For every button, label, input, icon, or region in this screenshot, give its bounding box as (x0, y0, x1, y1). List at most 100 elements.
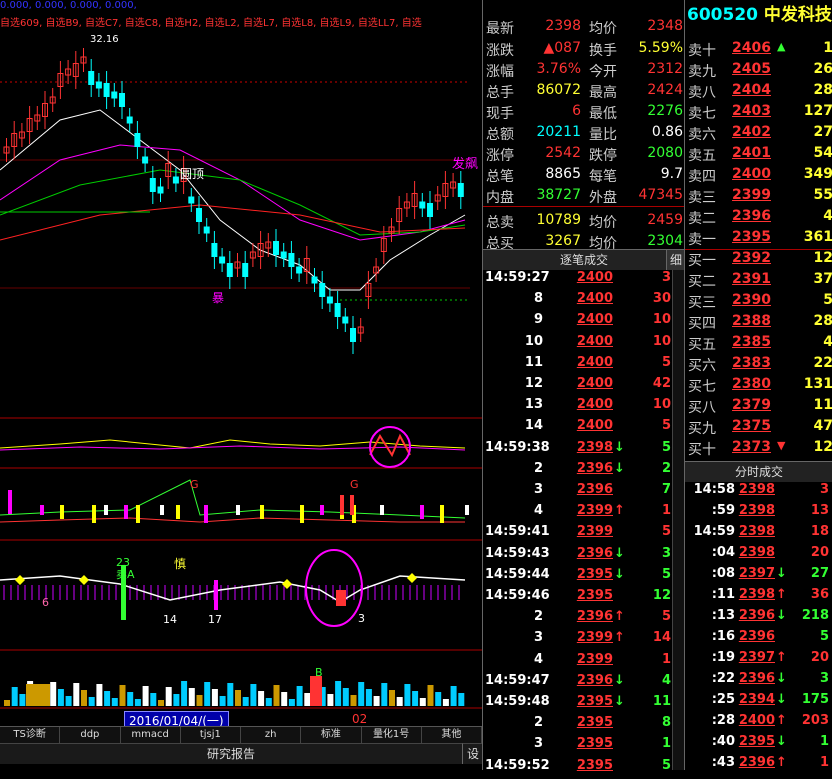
ask-row[interactable]: 卖十 2406 ▲ 1 (685, 40, 832, 61)
quote-row: 总额 20211 量比 0.86 (483, 124, 685, 145)
ask-row[interactable]: 卖六 2402 27 (685, 124, 832, 145)
tick-price: 2395 (576, 715, 613, 731)
volume-bar (211, 689, 218, 706)
candle-body (172, 176, 179, 184)
watchlist-bar[interactable]: 自选609, 自选B9, 自选C7, 自选C8, 自选H2, 自选L2, 自选L… (0, 14, 422, 29)
tick-price: 2395 (576, 588, 613, 603)
bid-row[interactable]: 买五 2385 4 (685, 334, 832, 355)
bid-level-label: 买一 (688, 253, 716, 269)
volume-bar (412, 691, 419, 706)
settings-button[interactable]: 设 (462, 743, 482, 764)
ask-volume: 54 (813, 145, 832, 161)
bid-price: 2390 (732, 292, 771, 308)
indicator-bar (350, 495, 354, 515)
volume-bar (73, 683, 80, 706)
tick-volume: 12 (652, 588, 671, 603)
candle-body (126, 116, 133, 124)
bid-volume: 11 (813, 397, 832, 413)
tick-price: 2400 (576, 291, 613, 307)
trade-direction-icon: ↑ (776, 755, 787, 770)
quote-label: 最新 (486, 21, 514, 37)
candle-body (280, 251, 287, 259)
ask-row[interactable]: 卖四 2400 349 (685, 166, 832, 187)
tick-detail-header[interactable]: 逐笔成交 细 (483, 249, 685, 270)
quote-value: 3.76% (536, 61, 581, 77)
tab-zh[interactable]: zh (241, 727, 302, 743)
ask-row[interactable]: 卖八 2404 28 (685, 82, 832, 103)
research-report-button[interactable]: 研究报告 (0, 743, 462, 764)
volume-bar (96, 684, 103, 706)
candle-body (334, 303, 341, 317)
indicator-bar (236, 505, 240, 515)
signal-bar (336, 590, 346, 606)
volume-bar (158, 700, 164, 706)
detail-toggle-button[interactable]: 细 (666, 250, 685, 270)
indicator-bar (176, 505, 180, 519)
label-fabiao: 发飙 (452, 156, 478, 172)
candle-body (134, 133, 141, 147)
ask-level-label: 卖五 (688, 148, 716, 164)
tab-other[interactable]: 其他 (422, 727, 482, 743)
quote-label: 总手 (486, 85, 514, 101)
volume-bar (435, 692, 442, 706)
quote-value: 2312 (647, 61, 683, 77)
bid-row[interactable]: 买四 2388 28 (685, 313, 832, 334)
bid-row[interactable]: 买九 2375 47 (685, 418, 832, 439)
tab-mmacd[interactable]: mmacd (121, 727, 181, 743)
trade-time: :08 (711, 566, 735, 581)
ask-row[interactable]: 卖一 2395 361 (685, 229, 832, 250)
tab-quant1[interactable]: 量化1号 (362, 727, 422, 743)
trade-time: :59 (711, 503, 735, 518)
tick-price: 2398 (576, 439, 613, 455)
candle-body (119, 93, 125, 107)
bid-row[interactable]: 买一 2392 12 (685, 250, 832, 271)
quote-value: 86072 (536, 82, 581, 98)
bid-row[interactable]: 买七 2380 131 (685, 376, 832, 397)
bid-row[interactable]: 买六 2383 22 (685, 355, 832, 376)
bid-row[interactable]: 买十 2373 ▼ 12 (685, 439, 832, 460)
bid-row[interactable]: 买二 2391 37 (685, 271, 832, 292)
tick-volume: 30 (652, 291, 671, 307)
ask-row[interactable]: 卖三 2399 55 (685, 187, 832, 208)
tab-ddp[interactable]: ddp (60, 727, 121, 743)
trade-direction-icon: ↓ (776, 566, 787, 581)
minute-trade-row: :13 2396 ↓ 218 (685, 608, 832, 629)
label-14: 14 (163, 613, 177, 626)
ask-row[interactable]: 卖七 2403 127 (685, 103, 832, 124)
trade-price: 2397 (738, 650, 775, 665)
quote-label: 量比 (589, 127, 617, 143)
minute-trade-row: :25 2394 ↓ 175 (685, 692, 832, 713)
tick-price: 2399 (576, 630, 613, 646)
tick-volume: 1 (661, 651, 671, 667)
tick-price: 2399 (576, 651, 613, 667)
tab-ts[interactable]: TS诊断 (0, 727, 61, 743)
bid-row[interactable]: 买三 2390 5 (685, 292, 832, 313)
indicator-bar (300, 505, 304, 523)
ask-level-label: 卖一 (688, 232, 716, 248)
ask-row[interactable]: 卖九 2405 26 (685, 61, 832, 82)
ask-row[interactable]: 卖二 2396 4 (685, 208, 832, 229)
bid-row[interactable]: 买八 2379 11 (685, 397, 832, 418)
tick-time: 8 (533, 291, 543, 307)
bid-level-label: 买八 (688, 400, 716, 416)
ask-row[interactable]: 卖五 2401 54 (685, 145, 832, 166)
ask-level-label: 卖十 (688, 43, 716, 59)
kline-chart-area[interactable]: 圆顶 发飙 暴 32.16 慎 23 卖A G G B 14 17 3 6 0.… (0, 0, 482, 770)
volume-bar (327, 694, 334, 706)
quote-label: 涨停 (486, 148, 514, 164)
bid-price: 2380 (732, 376, 771, 392)
minute-trade-row: :43 2396 ↑ 1 (685, 755, 832, 776)
candle-body (326, 296, 333, 304)
tick-volume: 1 (661, 503, 671, 519)
tab-tjsj1[interactable]: tjsj1 (181, 727, 241, 743)
kline-chart-svg[interactable]: 圆顶 发飙 暴 32.16 慎 23 卖A G G B 14 17 3 6 (0, 0, 482, 726)
tick-time: 14:59:44 (485, 566, 550, 582)
tick-row: 11 2400 5 (483, 355, 685, 376)
ask-level-label: 卖八 (688, 85, 716, 101)
quote-label: 外盘 (589, 190, 617, 206)
candle-body (311, 276, 318, 284)
minute-trades-header[interactable]: 分时成交 (685, 461, 832, 482)
tab-standard[interactable]: 标准 (301, 727, 362, 743)
bid-volume: 47 (813, 418, 832, 434)
volume-bar (310, 676, 322, 706)
